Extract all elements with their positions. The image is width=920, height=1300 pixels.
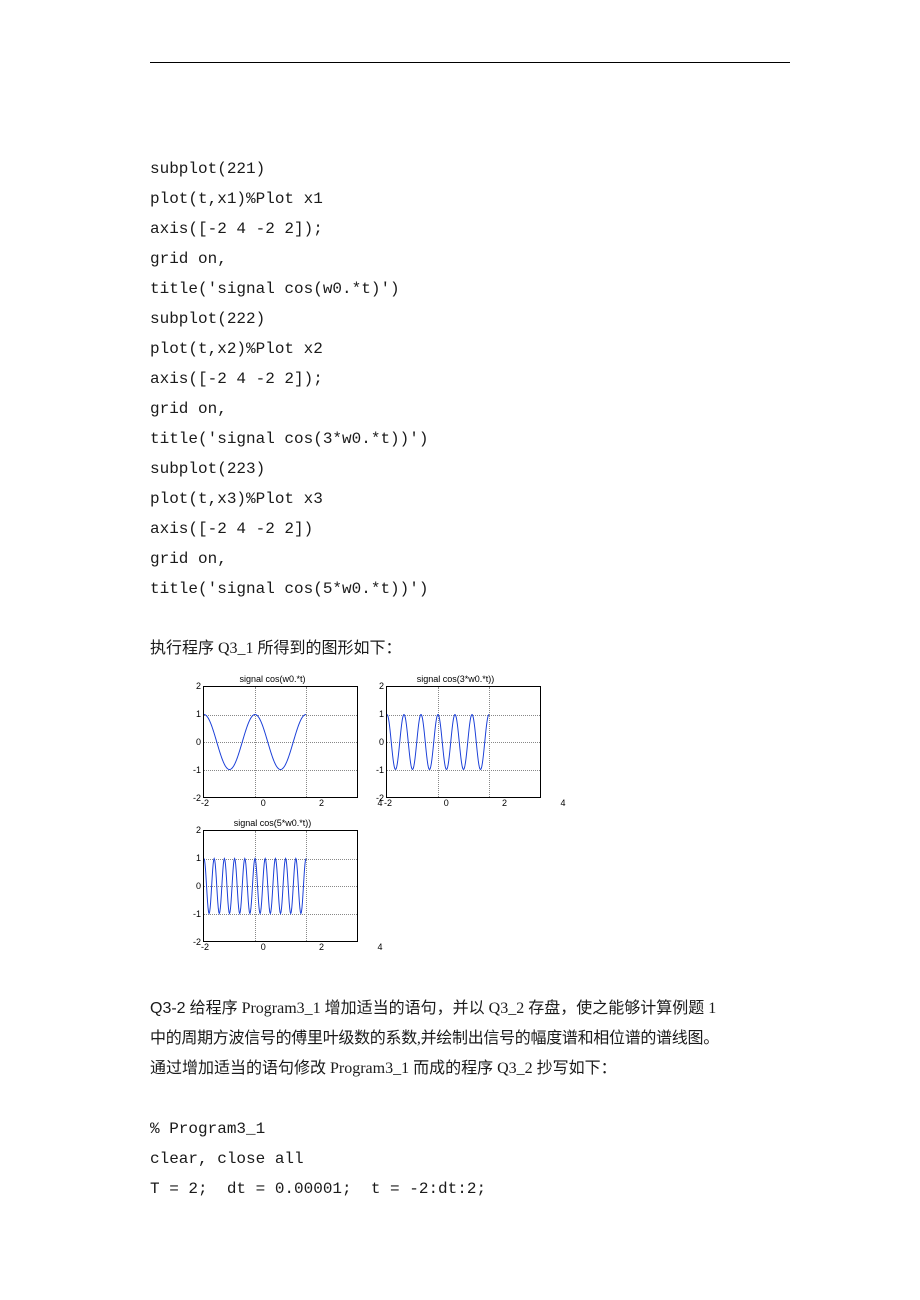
code-line: title('signal cos(5*w0.*t))')	[150, 580, 428, 598]
q32-text-2: 通过增加适当的语句修改 Program3_1 而成的程序 Q3_2 抄写如下：	[150, 1054, 790, 1084]
chart-title: signal cos(5*w0.*t))	[185, 818, 360, 828]
q32-text-1a: 给程序 Program3_1 增加适当的语句，并以 Q3_2 存盘，使之能够计算…	[190, 1000, 717, 1017]
header-rule	[150, 62, 790, 64]
chart-xticks: -2 0 2 4	[205, 942, 380, 954]
code-line: plot(t,x3)%Plot x3	[150, 490, 323, 508]
code-line: axis([-2 4 -2 2])	[150, 520, 313, 538]
chart-line	[204, 859, 306, 914]
code-line: T = 2; dt = 0.00001; t = -2:dt:2;	[150, 1180, 486, 1198]
chart-yticks: 2 1 0 -1 -2	[187, 686, 201, 798]
chart-1: signal cos(w0.*t) 2 1 0 -1 -2	[185, 674, 360, 810]
charts-row-2: signal cos(5*w0.*t)) 2 1 0 -1 -2	[185, 818, 790, 954]
code-block-1: subplot(221) plot(t,x1)%Plot x1 axis([-2…	[150, 124, 790, 604]
chart-xticks: -2 0 2 4	[205, 798, 380, 810]
chart-2: signal cos(3*w0.*t)) 2 1 0 -1 -2	[368, 674, 543, 810]
code-line: title('signal cos(w0.*t)')	[150, 280, 400, 298]
code-line: clear, close all	[150, 1150, 304, 1168]
code-line: grid on,	[150, 400, 227, 418]
q32-label: Q3-2	[150, 1000, 186, 1017]
chart-title: signal cos(w0.*t)	[185, 674, 360, 684]
code-line: axis([-2 4 -2 2]);	[150, 220, 323, 238]
code-line: axis([-2 4 -2 2]);	[150, 370, 323, 388]
figure-caption: 执行程序 Q3_1 所得到的图形如下：	[150, 634, 790, 664]
chart-line	[387, 715, 489, 770]
code-line: plot(t,x1)%Plot x1	[150, 190, 323, 208]
chart-yticks: 2 1 0 -1 -2	[187, 830, 201, 942]
chart-3: signal cos(5*w0.*t)) 2 1 0 -1 -2	[185, 818, 360, 954]
chart-line	[204, 715, 306, 770]
code-line: grid on,	[150, 250, 227, 268]
code-block-2: % Program3_1 clear, close all T = 2; dt …	[150, 1084, 790, 1204]
code-line: subplot(221)	[150, 160, 265, 178]
chart-plot-area	[386, 686, 541, 798]
chart-title: signal cos(3*w0.*t))	[368, 674, 543, 684]
q32-text-1b: 中的周期方波信号的傅里叶级数的系数,并绘制出信号的幅度谱和相位谱的谱线图。	[150, 1024, 790, 1054]
chart-xticks: -2 0 2 4	[388, 798, 563, 810]
code-line: subplot(223)	[150, 460, 265, 478]
q32-paragraph: Q3-2 给程序 Program3_1 增加适当的语句，并以 Q3_2 存盘，使…	[150, 994, 790, 1024]
code-line: grid on,	[150, 550, 227, 568]
chart-plot-area	[203, 686, 358, 798]
code-line: title('signal cos(3*w0.*t))')	[150, 430, 428, 448]
code-line: subplot(222)	[150, 310, 265, 328]
page-content: subplot(221) plot(t,x1)%Plot x1 axis([-2…	[150, 62, 790, 1204]
code-line: plot(t,x2)%Plot x2	[150, 340, 323, 358]
charts-row-1: signal cos(w0.*t) 2 1 0 -1 -2	[185, 674, 790, 810]
chart-plot-area	[203, 830, 358, 942]
code-line: % Program3_1	[150, 1120, 265, 1138]
chart-yticks: 2 1 0 -1 -2	[370, 686, 384, 798]
